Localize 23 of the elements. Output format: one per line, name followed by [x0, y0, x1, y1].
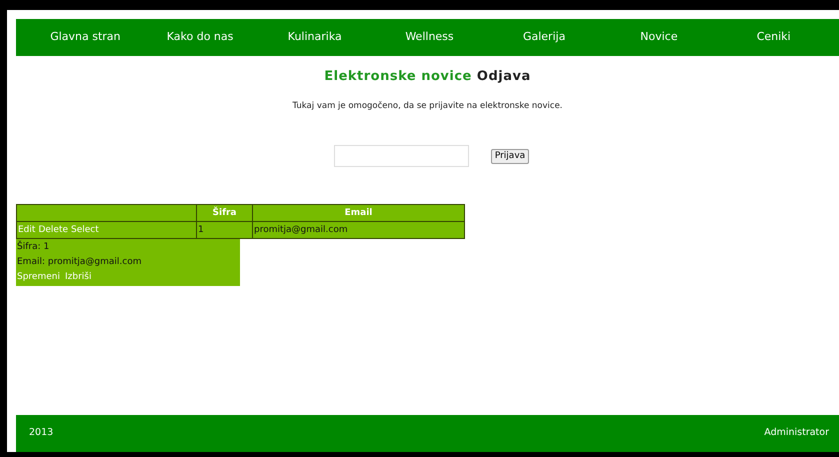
row-action-link[interactable]: Edit [18, 224, 36, 234]
row-action-link[interactable]: Delete [38, 224, 68, 234]
nav-link[interactable]: Galerija [486, 29, 602, 46]
table-header: Email [252, 204, 464, 222]
detail-link[interactable]: Spremeni [17, 270, 60, 286]
footer-year: 2013 [29, 426, 54, 440]
nav-link[interactable]: Ceniki [716, 29, 831, 46]
nav-link[interactable]: Glavna stran [28, 29, 143, 46]
table-cell: promitja@gmail.com [252, 222, 464, 239]
nav-link[interactable]: Kako do nas [142, 29, 258, 46]
detail-field: Email: promitja@gmail.com [17, 255, 240, 270]
intro-text: Tukaj vam je omogočeno, da se prijavite na elektronske novice. [292, 100, 562, 112]
page-title: Elektronske novice [324, 69, 472, 84]
logout-link[interactable]: Odjava [476, 69, 531, 84]
subscribe-button[interactable]: Prijava [490, 148, 530, 164]
email-field[interactable] [334, 145, 469, 168]
footer-user: Administrator [764, 426, 829, 440]
nav-link[interactable]: Kulinarika [257, 29, 372, 46]
detail-field: Šifra: 1 [17, 240, 240, 256]
detail-link[interactable]: Izbriši [64, 270, 92, 286]
nav-link[interactable]: Novice [602, 29, 716, 46]
nav-link[interactable]: Wellness [372, 29, 487, 46]
row-action-link[interactable]: Select [71, 224, 99, 234]
